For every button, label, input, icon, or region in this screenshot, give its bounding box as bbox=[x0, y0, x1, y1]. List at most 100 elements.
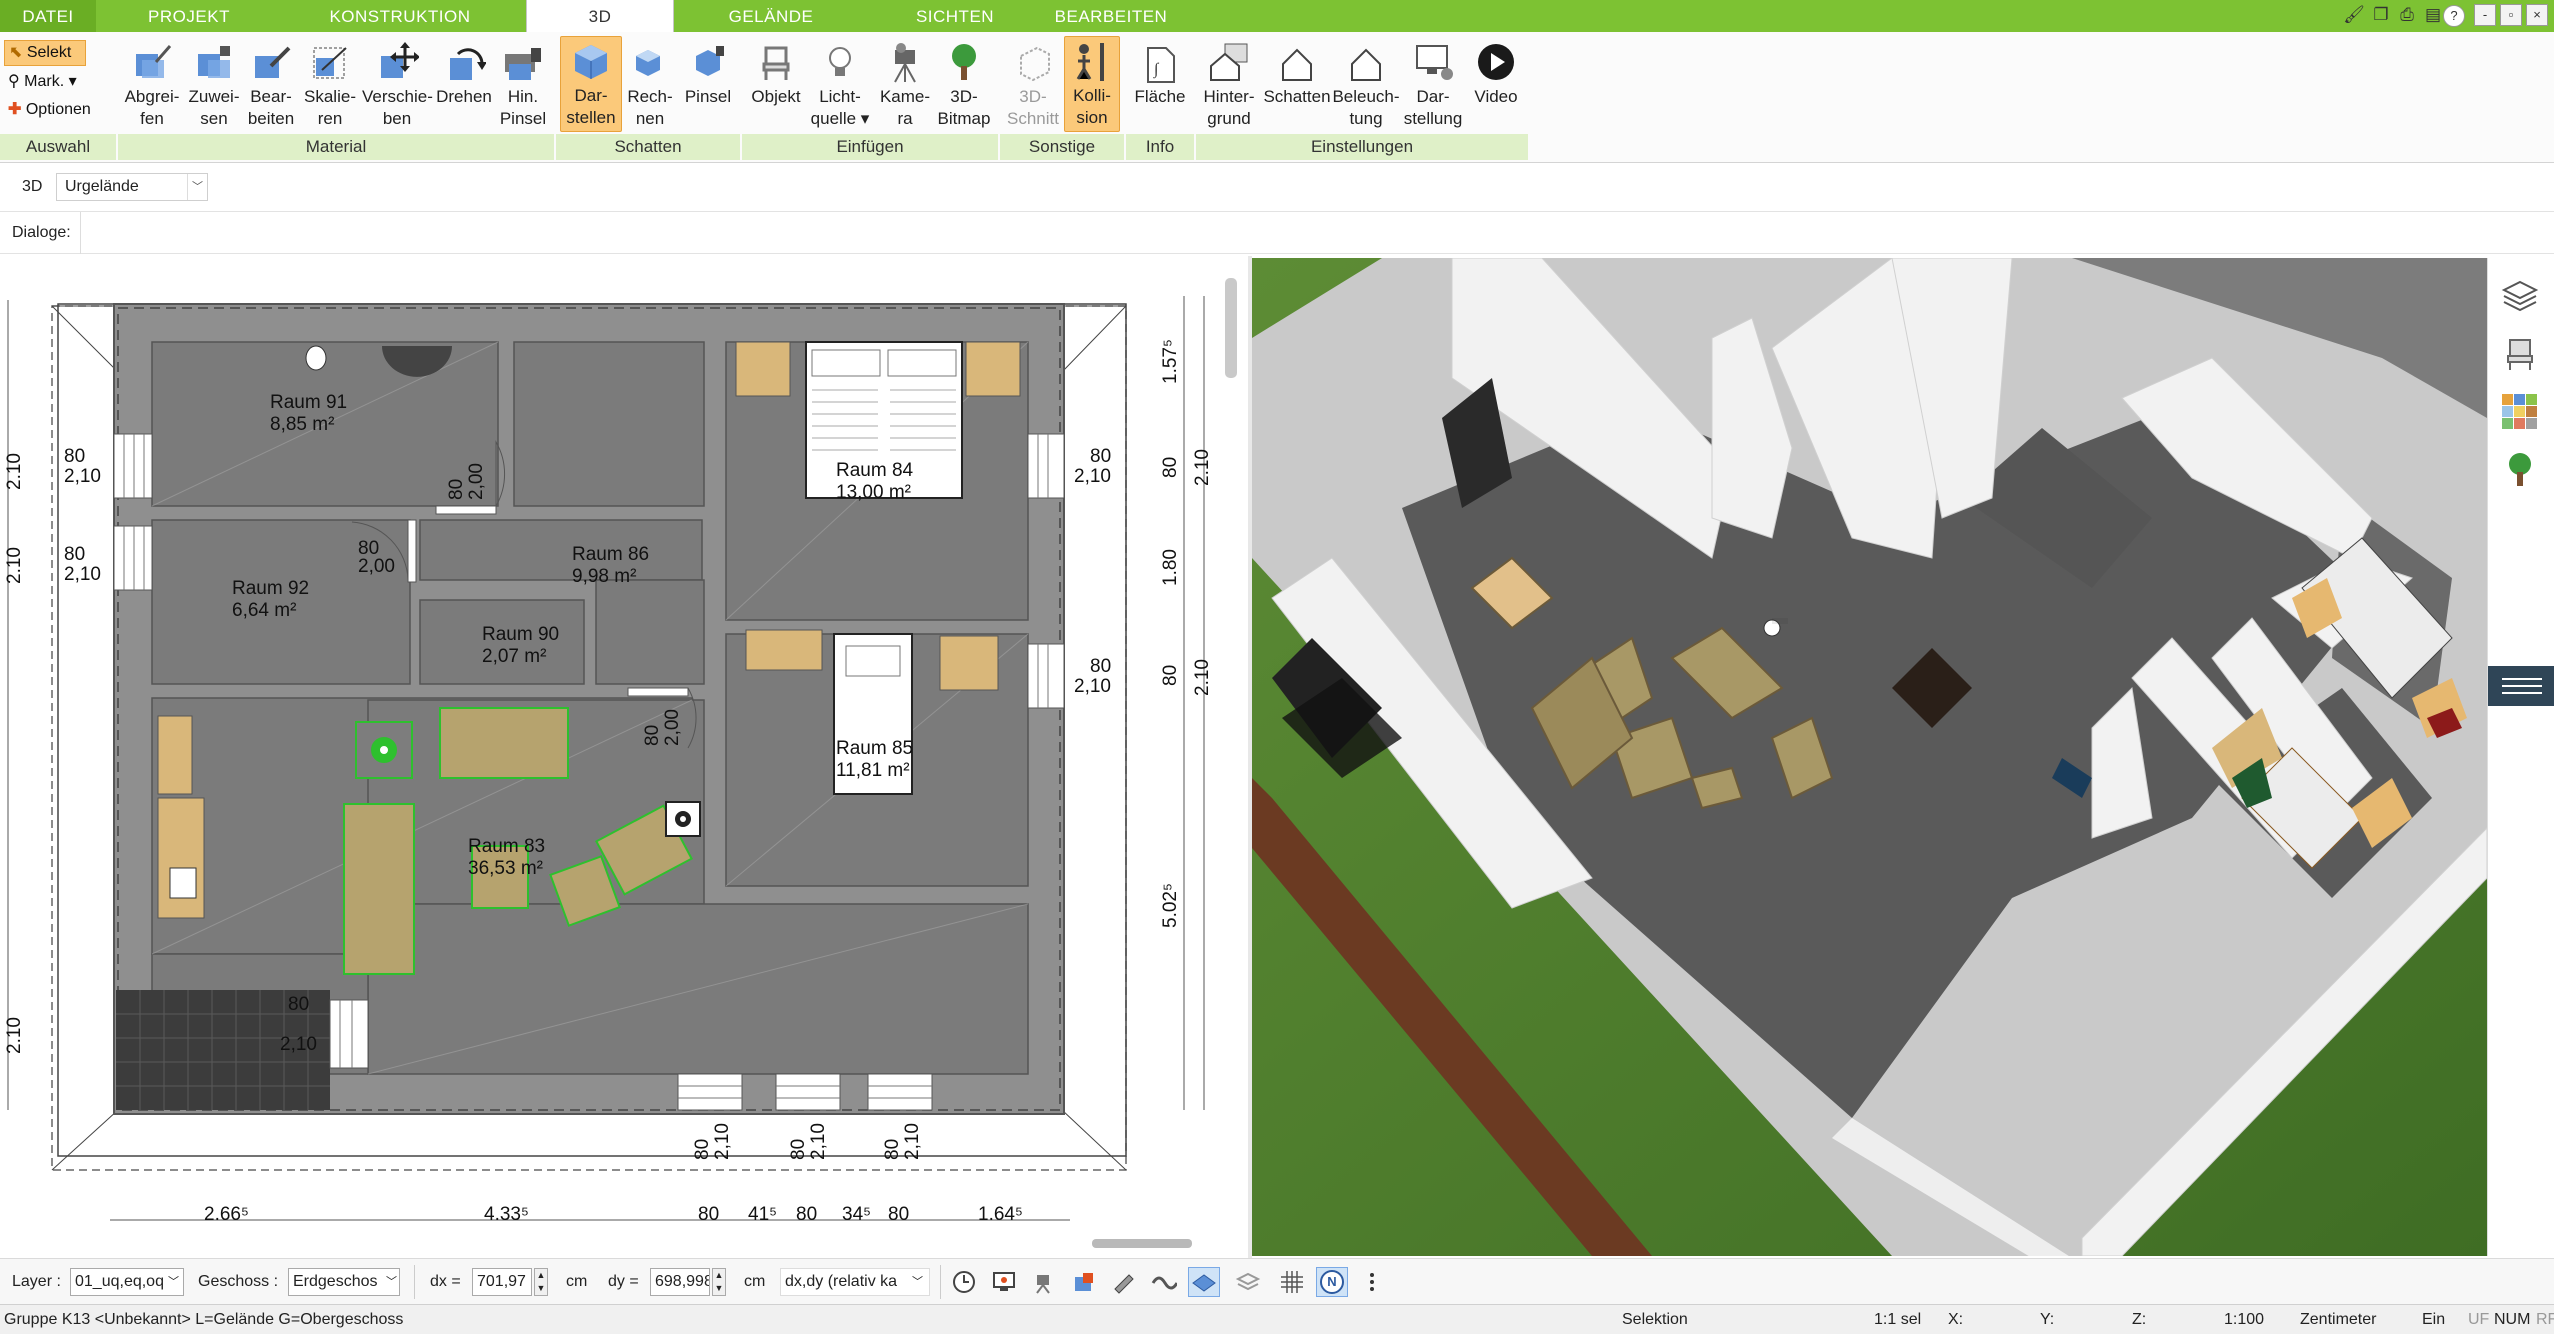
floor-plan-2d-view[interactable]: Raum 91 8,85 m² Raum 92 6,64 m² Raum 86 … bbox=[0, 256, 1248, 1258]
clock-icon[interactable] bbox=[948, 1267, 980, 1297]
copy-icon[interactable]: ❐ bbox=[2370, 3, 2392, 27]
tab-konstruktion[interactable]: KONSTRUKTION bbox=[320, 0, 480, 32]
minimize-button[interactable]: - bbox=[2474, 4, 2496, 26]
horizontal-scrollbar[interactable] bbox=[1092, 1239, 1192, 1248]
kamera-button[interactable]: Kame-ra bbox=[874, 38, 936, 130]
dimension-label: 1.57⁵ bbox=[1160, 339, 1181, 384]
pinsel-button[interactable]: Pinsel bbox=[680, 38, 736, 108]
dx-input[interactable]: 701,97 bbox=[472, 1268, 532, 1296]
tab-datei[interactable]: DATEI bbox=[0, 0, 96, 32]
status-bar: Gruppe K13 <Unbekannt> L=Gelände G=Oberg… bbox=[0, 1304, 2554, 1334]
abgreifen-button[interactable]: Abgrei-fen bbox=[118, 38, 186, 130]
dy-label: dy = bbox=[608, 1273, 639, 1290]
drehen-button[interactable]: Drehen bbox=[432, 38, 496, 108]
north-icon: N bbox=[1320, 1270, 1344, 1294]
brush-icon[interactable]: 🖌 bbox=[2343, 3, 2365, 27]
north-arrow-button[interactable]: N bbox=[1316, 1267, 1348, 1297]
objekt-button[interactable]: Objekt bbox=[744, 38, 808, 108]
furniture-chair-icon[interactable] bbox=[2498, 332, 2542, 376]
group-info: Info bbox=[1126, 134, 1194, 160]
status-rf: RF bbox=[2536, 1311, 2554, 1328]
darstellen-label-1: Dar- bbox=[574, 86, 608, 105]
video-button[interactable]: Video bbox=[1466, 38, 1526, 108]
hin-pinsel-button[interactable]: Hin. Pinsel bbox=[496, 38, 550, 130]
layers-icon[interactable] bbox=[2498, 274, 2542, 318]
vertical-scrollbar[interactable] bbox=[1225, 278, 1237, 378]
house-light-icon bbox=[1332, 38, 1400, 86]
skalieren-button[interactable]: Skalie-ren bbox=[300, 38, 360, 130]
schatten-settings-button[interactable]: Schatten bbox=[1262, 38, 1332, 108]
panel-toggle-button[interactable] bbox=[2488, 666, 2554, 706]
beleuchtung-button[interactable]: Beleuch-tung bbox=[1332, 38, 1400, 130]
plus-icon: ✚ bbox=[8, 101, 22, 118]
3d-scene[interactable] bbox=[1252, 258, 2487, 1256]
kollision-label-2: sion bbox=[1076, 108, 1108, 127]
status-ein: Ein bbox=[2422, 1311, 2446, 1328]
lichtquelle-button[interactable]: Licht-quelle ▾ bbox=[808, 38, 872, 130]
abgreifen-label-1: Abgrei- bbox=[124, 87, 180, 106]
dx-unit: cm bbox=[566, 1273, 588, 1290]
dx-label: dx = bbox=[430, 1273, 461, 1290]
darstellung-label-2: stellung bbox=[1403, 109, 1463, 128]
tab-projekt[interactable]: PROJEKT bbox=[126, 0, 252, 32]
tab-sichten[interactable]: SICHTEN bbox=[900, 0, 1010, 32]
darstellen-button[interactable]: Dar-stellen bbox=[560, 36, 622, 132]
kamera-label-2: ra bbox=[897, 109, 913, 128]
floor-plan-canvas[interactable]: Raum 91 8,85 m² Raum 92 6,64 m² Raum 86 … bbox=[0, 256, 1248, 1258]
kollision-button[interactable]: Kolli-sion bbox=[1064, 36, 1120, 132]
darstellung-button[interactable]: Dar-stellung bbox=[1400, 38, 1466, 130]
layer-select[interactable]: 01_uq,eq,oq bbox=[70, 1268, 184, 1296]
tab-3d[interactable]: 3D bbox=[526, 0, 674, 32]
3d-view[interactable] bbox=[1252, 258, 2487, 1256]
camera-walk-icon[interactable] bbox=[1028, 1267, 1060, 1297]
flaeche-button[interactable]: ∫ Fläche bbox=[1128, 38, 1192, 108]
edit-material-icon bbox=[244, 38, 298, 86]
room-label: Raum 85 bbox=[836, 738, 913, 759]
materials-palette-icon[interactable] bbox=[2498, 390, 2542, 434]
bitmap-3d-button[interactable]: 3D- Bitmap bbox=[936, 38, 992, 130]
floor-select[interactable]: Erdgeschos bbox=[288, 1268, 400, 1296]
play-icon bbox=[1466, 38, 1526, 86]
divider bbox=[80, 212, 81, 254]
terrain-dropdown[interactable]: Urgelände ﹀ bbox=[56, 173, 208, 201]
opening-width: 80 bbox=[64, 544, 85, 565]
grid-icon[interactable] bbox=[1276, 1267, 1308, 1297]
status-x: X: bbox=[1948, 1311, 1964, 1328]
rechnen-button[interactable]: Rech-nen bbox=[622, 38, 678, 130]
dimension-label: 2.10 bbox=[1192, 449, 1213, 486]
plane-view-icon[interactable] bbox=[1188, 1267, 1220, 1297]
ribbon-tab-bar: DATEI PROJEKT KONSTRUKTION 3D GELÄNDE SI… bbox=[0, 0, 2554, 32]
dialog-bar: Dialoge: bbox=[0, 212, 2554, 254]
dx-spinner[interactable]: ▲ ▼ bbox=[534, 1268, 548, 1296]
schnitt-3d-button[interactable]: 3D- Schnitt bbox=[1002, 38, 1064, 130]
bearbeiten-button[interactable]: Bear-beiten bbox=[244, 38, 298, 130]
hintergrund-button[interactable]: Hinter-grund bbox=[1196, 38, 1262, 130]
tab-gelaende[interactable]: GELÄNDE bbox=[716, 0, 826, 32]
tab-bearbeiten[interactable]: BEARBEITEN bbox=[1050, 0, 1172, 32]
pattern-icon[interactable] bbox=[1148, 1267, 1180, 1297]
view-mode-label: 3D bbox=[22, 178, 43, 195]
folder-icon[interactable]: ▤ bbox=[2422, 3, 2444, 27]
close-button[interactable]: × bbox=[2526, 4, 2548, 26]
coordinate-mode-select[interactable]: dx,dy (relativ ka bbox=[780, 1268, 930, 1296]
options-button[interactable]: ✚ Optionen bbox=[8, 98, 112, 122]
dy-input[interactable]: 698,998 bbox=[650, 1268, 710, 1296]
restore-button[interactable]: ▫ bbox=[2500, 4, 2522, 26]
box-paint-icon[interactable] bbox=[1068, 1267, 1100, 1297]
pen-icon[interactable] bbox=[1108, 1267, 1140, 1297]
tree-icon[interactable] bbox=[2498, 448, 2542, 492]
help-button[interactable]: ? bbox=[2443, 5, 2465, 27]
more-options-icon[interactable] bbox=[1364, 1267, 1380, 1297]
dy-spinner[interactable]: ▲ ▼ bbox=[712, 1268, 726, 1296]
verschieben-button[interactable]: Verschie-ben bbox=[362, 38, 433, 130]
monitor-icon[interactable] bbox=[988, 1267, 1020, 1297]
paint-cube-icon bbox=[680, 38, 736, 86]
layers-stack-icon[interactable] bbox=[1232, 1267, 1264, 1297]
zuweisen-button[interactable]: Zuwei-sen bbox=[184, 38, 244, 130]
opening-height: 2,10 bbox=[64, 466, 101, 487]
print-icon[interactable]: ⎙ bbox=[2396, 3, 2418, 27]
application-window: DATEI PROJEKT KONSTRUKTION 3D GELÄNDE SI… bbox=[0, 0, 2554, 1334]
select-tool[interactable]: ⬉ Selekt bbox=[4, 40, 86, 66]
dimension-label: 5.02⁵ bbox=[1160, 883, 1181, 928]
mark-tool[interactable]: ⚲ Mark. ▾ bbox=[8, 70, 98, 94]
